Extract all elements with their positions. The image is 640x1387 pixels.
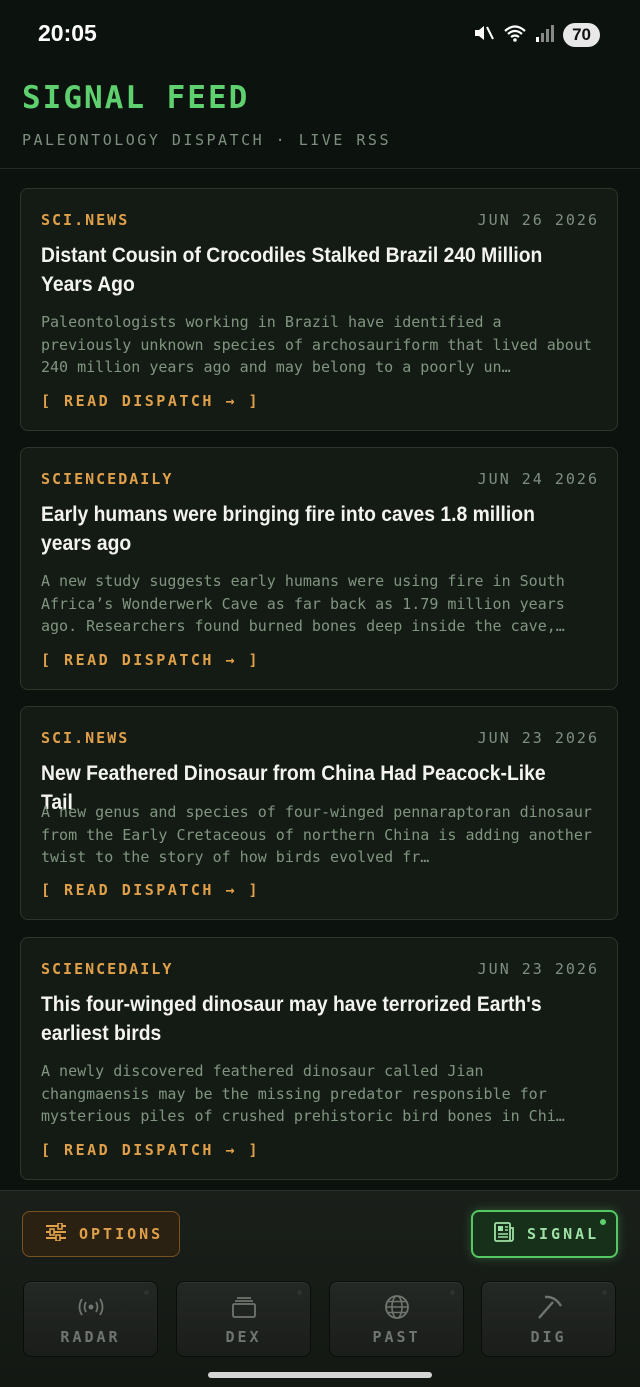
feed-card[interactable]: SCIENCEDAILY JUN 24 2026 Early humans we… xyxy=(20,447,618,690)
bottom-panel: OPTIONS SIGNAL RADAR DEX PAST DIG xyxy=(0,1190,640,1387)
globe-icon xyxy=(330,1294,463,1320)
signal-button[interactable]: SIGNAL xyxy=(471,1210,618,1258)
card-summary: A newly discovered feathered dinosaur ca… xyxy=(41,1062,565,1126)
home-indicator[interactable] xyxy=(208,1372,432,1378)
card-title[interactable]: Distant Cousin of Crocodiles Stalked Bra… xyxy=(41,241,556,299)
card-title[interactable]: Early humans were bringing fire into cav… xyxy=(41,500,556,558)
card-date: JUN 26 2026 xyxy=(477,211,599,229)
status-icons: 70 xyxy=(473,22,600,48)
status-bar: 20:05 70 xyxy=(0,0,640,70)
card-date: JUN 23 2026 xyxy=(477,729,599,747)
card-source: SCIENCEDAILY xyxy=(41,470,174,488)
page-subtitle: PALEONTOLOGY DISPATCH · LIVE RSS xyxy=(22,131,391,149)
active-indicator xyxy=(600,1219,606,1225)
card-source: SCI.NEWS xyxy=(41,729,130,747)
feed-card[interactable]: SCI.NEWS JUN 26 2026 Distant Cousin of C… xyxy=(20,188,618,431)
card-date: JUN 24 2026 xyxy=(477,470,599,488)
nav-label: PAST xyxy=(372,1328,421,1346)
nav-label: DEX xyxy=(225,1328,262,1346)
read-dispatch-link[interactable]: [ READ DISPATCH → ] xyxy=(41,392,260,410)
wifi-icon xyxy=(503,23,527,47)
options-label: OPTIONS xyxy=(79,1225,164,1243)
dex-icon xyxy=(177,1294,310,1320)
options-button[interactable]: OPTIONS xyxy=(22,1211,180,1257)
card-summary: A new genus and species of four-winged p… xyxy=(41,803,592,867)
card-source: SCI.NEWS xyxy=(41,211,130,229)
nav-label: RADAR xyxy=(60,1328,121,1346)
page-header: SIGNAL FEED PALEONTOLOGY DISPATCH · LIVE… xyxy=(0,70,640,169)
feed-list[interactable]: SCI.NEWS JUN 26 2026 Distant Cousin of C… xyxy=(0,170,640,1190)
feed-card[interactable]: SCIENCEDAILY JUN 23 2026 This four-winge… xyxy=(20,937,618,1180)
card-summary: A new study suggests early humans were u… xyxy=(41,572,565,636)
newspaper-icon xyxy=(493,1221,515,1247)
nav-dig[interactable]: DIG xyxy=(481,1281,616,1357)
mute-icon xyxy=(473,23,495,47)
card-summary: Paleontologists working in Brazil have i… xyxy=(41,313,592,377)
read-dispatch-link[interactable]: [ READ DISPATCH → ] xyxy=(41,651,260,669)
status-time: 20:05 xyxy=(38,20,97,46)
card-source: SCIENCEDAILY xyxy=(41,960,174,978)
card-title[interactable]: This four-winged dinosaur may have terro… xyxy=(41,990,556,1048)
read-dispatch-link[interactable]: [ READ DISPATCH → ] xyxy=(41,881,260,899)
nav-dex[interactable]: DEX xyxy=(176,1281,311,1357)
page-title: SIGNAL FEED xyxy=(22,80,250,116)
sliders-icon xyxy=(45,1222,67,1245)
card-date: JUN 23 2026 xyxy=(477,960,599,978)
feed-card[interactable]: SCI.NEWS JUN 23 2026 New Feathered Dinos… xyxy=(20,706,618,920)
nav-radar[interactable]: RADAR xyxy=(23,1281,158,1357)
battery-indicator: 70 xyxy=(563,23,600,47)
signal-label: SIGNAL xyxy=(527,1225,600,1243)
nav-label: DIG xyxy=(530,1328,567,1346)
read-dispatch-link[interactable]: [ READ DISPATCH → ] xyxy=(41,1141,260,1159)
nav-past[interactable]: PAST xyxy=(329,1281,464,1357)
signal-strength-icon xyxy=(535,24,555,46)
radar-icon xyxy=(24,1294,157,1320)
pickaxe-icon xyxy=(482,1294,615,1320)
